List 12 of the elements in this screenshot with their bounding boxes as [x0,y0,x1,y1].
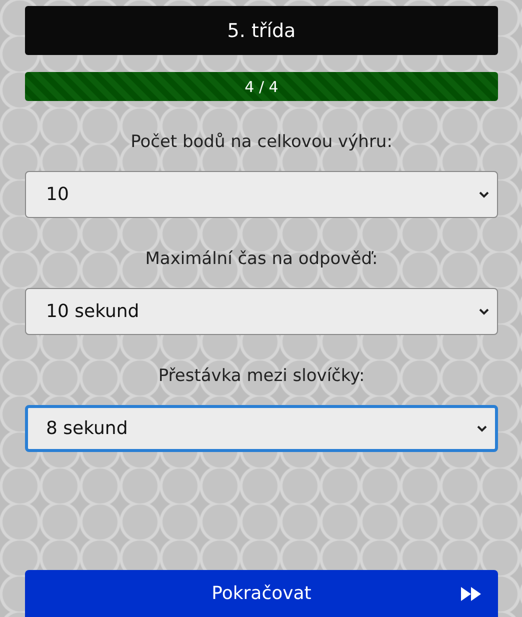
setting-label: Počet bodů na celkovou výhru: [130,132,394,152]
dropdown[interactable]: 10 sekund [25,288,498,335]
fast-forward-icon [460,587,482,601]
dropdown[interactable]: 10 [25,171,498,218]
dropdown[interactable]: 8 sekund [25,405,498,452]
title-bar: 5. třída [25,6,498,55]
setting-label: Maximální čas na odpověď: [144,249,379,269]
setting-label: Přestávka mezi slovíčky: [157,366,366,386]
chevron-icon [477,425,487,432]
chevron-icon [479,308,489,315]
continue-button[interactable]: Pokračovat [25,570,498,617]
chevron-icon [479,191,489,198]
